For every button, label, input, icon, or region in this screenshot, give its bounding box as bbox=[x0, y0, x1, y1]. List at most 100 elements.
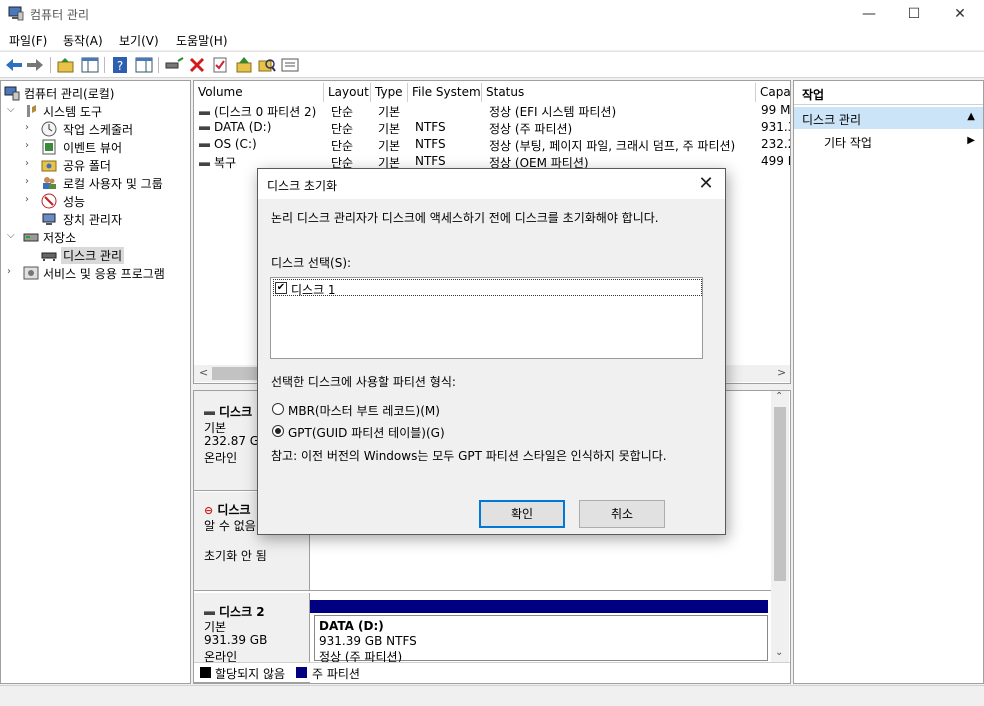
section-label: 디스크 관리 bbox=[802, 113, 862, 127]
volume-type: 기본 bbox=[378, 105, 401, 119]
more-actions-label: 기타 작업 bbox=[824, 136, 872, 150]
column-header-capacity[interactable]: Capa bbox=[756, 83, 790, 102]
mbr-option[interactable]: MBR(마스터 부트 레코드)(M) bbox=[272, 401, 492, 418]
tree-item-local-users[interactable]: › 로컬 사용자 및 그룹 bbox=[25, 174, 187, 192]
back-arrow-icon[interactable] bbox=[4, 56, 24, 74]
drive-icon bbox=[199, 142, 210, 147]
scroll-up-icon[interactable]: ⌃ bbox=[775, 391, 783, 402]
volume-capacity: 931.3 bbox=[761, 120, 790, 134]
disk-state: 초기화 안 됨 bbox=[204, 549, 267, 563]
mbr-radio[interactable] bbox=[272, 403, 284, 415]
column-header-file-system[interactable]: File System bbox=[408, 83, 482, 102]
tree-item-computer-management[interactable]: 컴퓨터 관리(로컬) bbox=[4, 84, 190, 102]
event-viewer-icon bbox=[42, 139, 56, 155]
disk-select-label: 디스크 선택(S): bbox=[271, 256, 352, 270]
chevron-right-icon[interactable]: › bbox=[25, 140, 29, 151]
disk-list-item[interactable]: ✔ 디스크 1 bbox=[273, 279, 702, 297]
chevron-right-icon[interactable]: › bbox=[25, 122, 29, 133]
scrollbar-thumb[interactable] bbox=[774, 407, 786, 581]
chevron-right-icon[interactable]: › bbox=[25, 176, 29, 187]
ok-button[interactable]: 확인 bbox=[479, 500, 565, 528]
tree-item-performance[interactable]: › 성능 bbox=[25, 192, 187, 210]
volume-capacity: 499 I bbox=[761, 154, 791, 168]
tree-item-task-scheduler[interactable]: › 작업 스케줄러 bbox=[25, 120, 187, 138]
device-manager-icon bbox=[42, 213, 56, 225]
partition-style-label: 선택한 디스크에 사용할 파티션 형식: bbox=[271, 375, 456, 389]
gpt-option[interactable]: GPT(GUID 파티션 테이블)(G) bbox=[272, 423, 492, 440]
column-header-volume[interactable]: Volume bbox=[194, 83, 324, 102]
tree-item-system-tools[interactable]: ⌵ 시스템 도구 bbox=[7, 102, 187, 120]
dialog-title-bar: 디스크 초기화 ✕ bbox=[258, 169, 725, 199]
storage-icon bbox=[23, 233, 39, 242]
volume-row[interactable]: DATA (D:) 단순 기본 NTFS 정상 (주 파티션) 931.3 bbox=[194, 120, 790, 137]
scroll-left-icon[interactable]: < bbox=[199, 366, 208, 379]
drive-icon bbox=[199, 161, 210, 166]
disk-icon bbox=[204, 410, 215, 415]
tree-item-storage[interactable]: ⌵ 저장소 bbox=[7, 228, 187, 246]
partition-data-d[interactable]: DATA (D:) 931.39 GB NTFS 정상 (주 파티션) bbox=[314, 615, 768, 664]
close-icon[interactable]: ✕ bbox=[695, 173, 717, 194]
chevron-right-icon[interactable]: › bbox=[25, 194, 29, 205]
tree-item-device-manager[interactable]: 장치 관리자 bbox=[25, 210, 187, 228]
connect-drive-icon[interactable] bbox=[164, 56, 184, 74]
cancel-button[interactable]: 취소 bbox=[579, 500, 665, 528]
collapse-up-icon[interactable]: ▲ bbox=[967, 111, 975, 122]
tree-item-label: 공유 폴더 bbox=[63, 159, 111, 173]
properties-pane-icon[interactable] bbox=[134, 56, 154, 74]
search-folder-icon[interactable] bbox=[257, 56, 277, 74]
actions-pane: 작업 디스크 관리 ▲ 기타 작업 ▶ bbox=[793, 80, 984, 684]
disk-select-list[interactable]: ✔ 디스크 1 bbox=[270, 277, 703, 359]
toolbar-separator bbox=[104, 57, 105, 73]
chevron-right-icon[interactable]: › bbox=[25, 158, 29, 169]
toolbar: ? bbox=[0, 51, 984, 78]
tree-item-label: 시스템 도구 bbox=[43, 105, 103, 119]
menu-file[interactable]: 파일(F) bbox=[9, 32, 47, 49]
tree-item-label: 이벤트 뷰어 bbox=[63, 141, 123, 155]
up-folder-icon[interactable] bbox=[56, 56, 76, 74]
gpt-radio[interactable] bbox=[272, 425, 284, 437]
column-header-type[interactable]: Type bbox=[371, 83, 408, 102]
volume-name: DATA (D:) bbox=[214, 120, 272, 134]
minimize-button[interactable]: — bbox=[846, 0, 892, 28]
tree-item-disk-management[interactable]: 디스크 관리 bbox=[41, 246, 187, 264]
volume-row[interactable]: (디스크 0 파티션 2) 단순 기본 정상 (EFI 시스템 파티션) 99 … bbox=[194, 103, 790, 120]
vertical-scrollbar[interactable]: ⌃ ⌄ bbox=[771, 391, 789, 663]
column-header-layout[interactable]: Layout bbox=[324, 83, 371, 102]
show-hide-tree-icon[interactable] bbox=[80, 56, 100, 74]
chevron-down-icon[interactable]: ⌵ bbox=[7, 230, 15, 241]
close-button[interactable]: ✕ bbox=[937, 0, 983, 28]
partition-name: DATA (D:) bbox=[319, 619, 384, 633]
actions-more[interactable]: 기타 작업 ▶ bbox=[794, 132, 983, 152]
list-view-icon[interactable] bbox=[280, 56, 300, 74]
chevron-right-icon[interactable]: › bbox=[7, 266, 11, 277]
column-header-status[interactable]: Status bbox=[482, 83, 756, 102]
volume-fs: NTFS bbox=[415, 120, 446, 134]
disk-checkbox[interactable]: ✔ bbox=[275, 282, 287, 294]
gpt-label: GPT(GUID 파티션 테이블)(G) bbox=[288, 426, 445, 440]
dialog-note: 참고: 이전 버전의 Windows는 모두 GPT 파티션 스타일은 인식하지… bbox=[271, 449, 667, 463]
tree-item-shared-folders[interactable]: › 공유 폴더 bbox=[25, 156, 187, 174]
checklist-icon[interactable] bbox=[210, 56, 230, 74]
scroll-down-icon[interactable]: ⌄ bbox=[775, 647, 783, 658]
forward-arrow-icon[interactable] bbox=[25, 56, 45, 74]
tree-item-services[interactable]: › 서비스 및 응용 프로그램 bbox=[7, 264, 187, 282]
disk-name: 디스크 2 bbox=[219, 605, 265, 619]
disk-name: 디스크 bbox=[219, 405, 253, 419]
volume-name: 복구 bbox=[214, 156, 237, 170]
disk-name: 디스크 bbox=[217, 503, 251, 517]
mbr-label: MBR(마스터 부트 레코드)(M) bbox=[288, 404, 440, 418]
volume-row[interactable]: OS (C:) 단순 기본 NTFS 정상 (부팅, 페이지 파일, 크래시 덤… bbox=[194, 137, 790, 154]
delete-icon[interactable] bbox=[187, 56, 207, 74]
menu-action[interactable]: 동작(A) bbox=[63, 32, 103, 49]
chevron-down-icon[interactable]: ⌵ bbox=[7, 104, 15, 115]
volume-status: 정상 (주 파티션) bbox=[489, 122, 573, 136]
actions-section-disk-management[interactable]: 디스크 관리 ▲ bbox=[794, 107, 983, 129]
menu-view[interactable]: 보기(V) bbox=[119, 32, 159, 49]
menu-help[interactable]: 도움말(H) bbox=[176, 32, 228, 49]
export-up-icon[interactable] bbox=[234, 56, 254, 74]
scroll-right-icon[interactable]: > bbox=[777, 366, 786, 379]
scrollbar-thumb[interactable] bbox=[212, 367, 262, 380]
tree-item-event-viewer[interactable]: › 이벤트 뷰어 bbox=[25, 138, 187, 156]
help-icon[interactable]: ? bbox=[110, 56, 130, 74]
maximize-button[interactable]: ☐ bbox=[891, 0, 937, 28]
